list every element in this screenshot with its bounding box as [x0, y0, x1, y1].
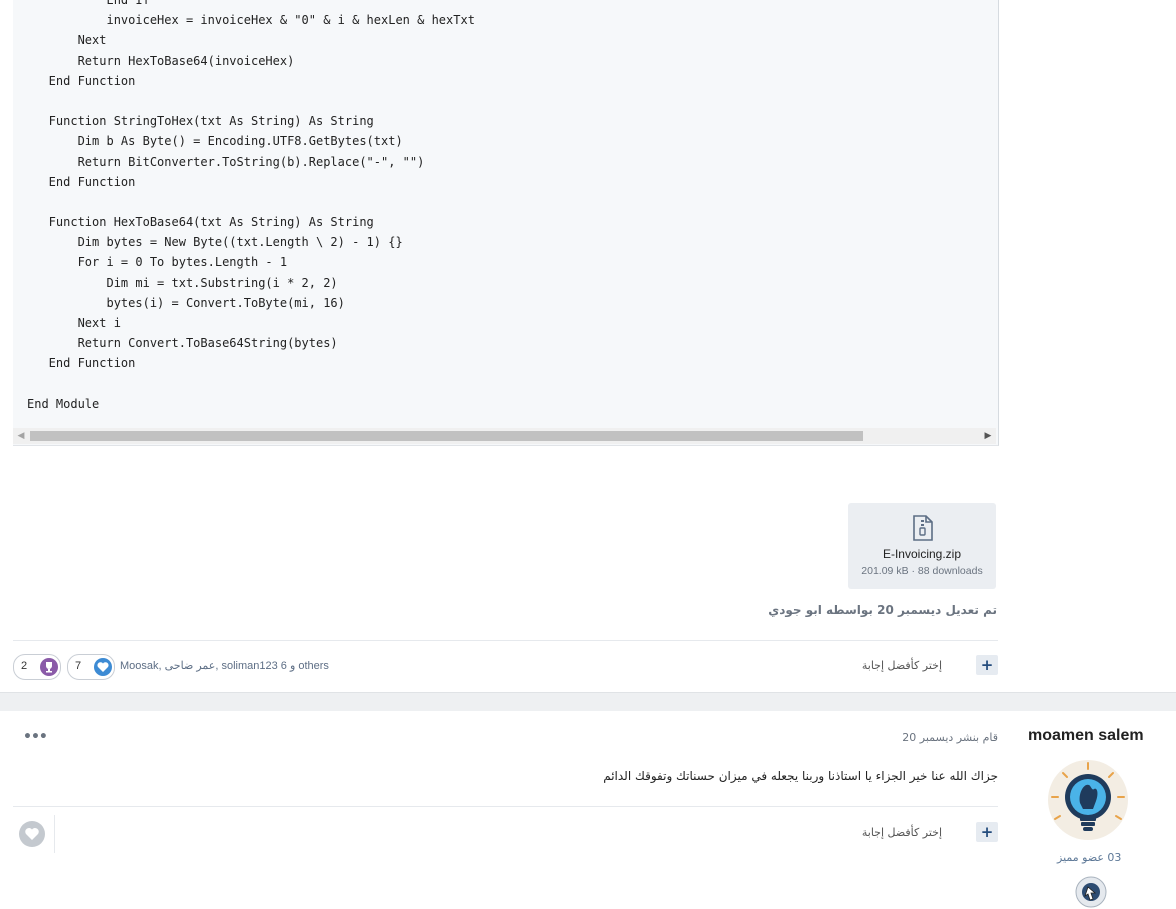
- code-line: Return BitConverter.ToString(b).Replace(…: [27, 154, 425, 169]
- post-options-button[interactable]: •••: [23, 729, 48, 745]
- reacted-by-list[interactable]: Moosak, عمر ضاحى, soliman123 و 6 others: [120, 659, 329, 672]
- divider: [13, 640, 998, 641]
- trophy-icon: [40, 658, 58, 676]
- code-text: End If invoiceHex = invoiceHex & "0" & i…: [27, 0, 475, 414]
- rank-badge-icon: [1075, 876, 1107, 908]
- code-line: Dim mi = txt.Substring(i * 2, 2): [27, 275, 338, 290]
- post-date: قام بنشر ديسمبر 20: [902, 731, 998, 744]
- code-line: Dim b As Byte() = Encoding.UTF8.GetBytes…: [27, 134, 403, 149]
- zip-file-icon: [913, 515, 933, 541]
- code-line: invoiceHex = invoiceHex & "0" & i & hexL…: [27, 13, 475, 28]
- code-line: Dim bytes = New Byte((txt.Length \ 2) - …: [27, 235, 403, 250]
- scroll-left-icon[interactable]: ◀: [13, 428, 29, 444]
- mark-best-answer-button[interactable]: +: [976, 822, 998, 842]
- code-line: Return HexToBase64(invoiceHex): [27, 53, 295, 68]
- like-reaction-pill[interactable]: 7: [67, 654, 115, 680]
- scroll-right-icon[interactable]: ▶: [980, 428, 996, 444]
- code-line: End Function: [27, 174, 136, 189]
- member-rank: 03 عضو مميز: [1057, 851, 1121, 864]
- best-answer-link[interactable]: إختر كأفضل إجابة: [862, 826, 942, 839]
- best-answer-link[interactable]: إختر كأفضل إجابة: [862, 659, 942, 672]
- like-button[interactable]: [19, 821, 45, 847]
- trophy-count: 2: [21, 660, 28, 672]
- divider: [54, 815, 55, 853]
- rank-title: عضو مميز: [1057, 851, 1104, 864]
- post-count: 03: [1107, 851, 1122, 864]
- code-line: Function HexToBase64(txt As String) As S…: [27, 215, 374, 230]
- horizontal-scrollbar[interactable]: ◀ ▶: [13, 428, 996, 444]
- code-line: Function StringToHex(txt As String) As S…: [27, 114, 374, 129]
- divider: [13, 806, 998, 807]
- like-count: 7: [75, 660, 82, 672]
- code-line: Return Convert.ToBase64String(bytes): [27, 336, 338, 351]
- code-block: End If invoiceHex = invoiceHex & "0" & i…: [13, 0, 999, 446]
- scrollbar-thumb[interactable]: [30, 431, 863, 441]
- attachment-meta: 201.09 kB · 88 downloads: [861, 565, 983, 577]
- code-line: Next: [27, 33, 107, 48]
- code-line: Next i: [27, 316, 121, 330]
- code-line: End If: [27, 0, 150, 7]
- heart-icon: [25, 828, 39, 840]
- post-content: جزاك الله عنا خير الجزاء يا استاذنا وربن…: [603, 769, 998, 783]
- code-line: End Module: [27, 396, 100, 411]
- code-line: End Function: [27, 73, 136, 88]
- attachment-card[interactable]: E-Invoicing.zip 201.09 kB · 88 downloads: [848, 503, 996, 589]
- code-line: End Function: [27, 356, 136, 371]
- code-line: bytes(i) = Convert.ToByte(mi, 16): [27, 295, 345, 310]
- edited-note: تم تعديل ديسمبر 20 بواسطه ابو جودي: [768, 603, 997, 617]
- author-avatar[interactable]: [1047, 759, 1129, 841]
- attachment-file-name[interactable]: E-Invoicing.zip: [848, 547, 996, 561]
- code-line: For i = 0 To bytes.Length - 1: [27, 255, 288, 270]
- post-author-name[interactable]: moamen salem: [1028, 727, 1144, 745]
- post-separator: [0, 692, 1176, 711]
- mark-best-answer-button[interactable]: +: [976, 655, 998, 675]
- trophy-reaction-pill[interactable]: 2: [13, 654, 61, 680]
- heart-icon: [94, 658, 112, 676]
